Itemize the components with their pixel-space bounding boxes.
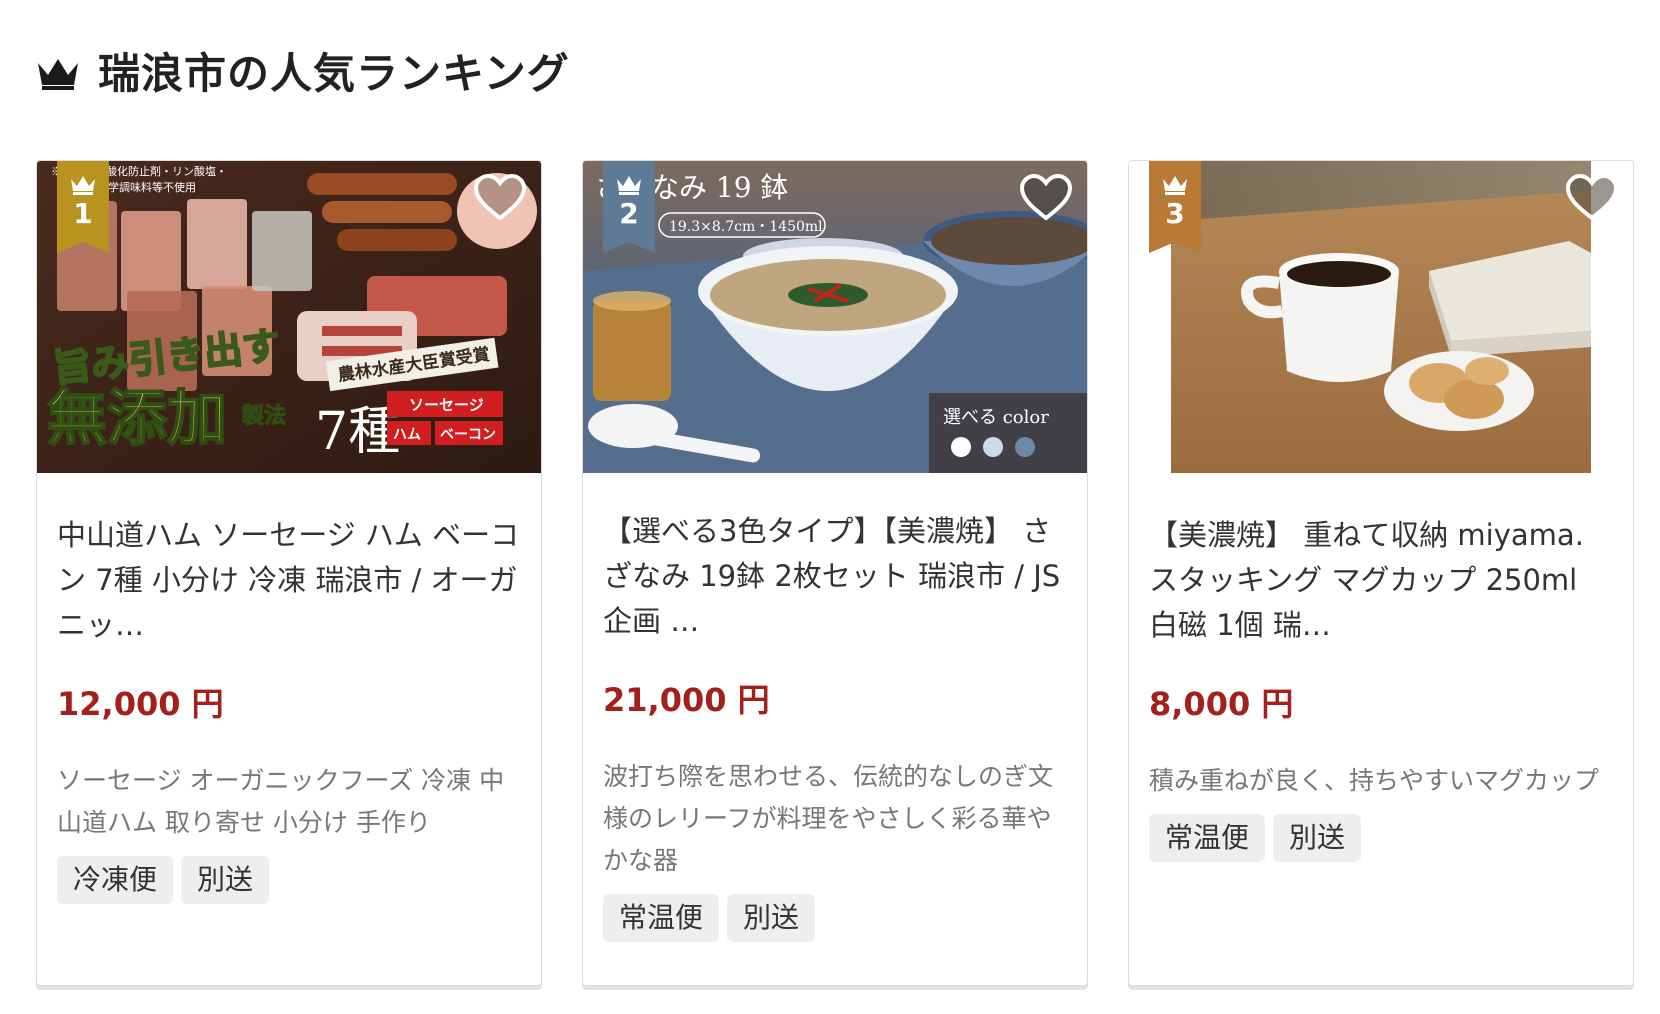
image-note-line-2: 化学調味料等不使用 xyxy=(97,180,196,194)
color-swatch-blue xyxy=(1015,437,1035,457)
product-price: 12,000 円 xyxy=(57,685,224,723)
product-price: 8,000 円 xyxy=(1149,685,1294,723)
product-description: 積み重ねが良く、持ちやすいマグカップ xyxy=(1149,766,1600,795)
shipping-tag: 別送 xyxy=(181,856,270,904)
image-label-3: ベーコン xyxy=(440,427,496,443)
card-body: 【選べる3色タイプ】【美濃焼】 さざなみ 19鉢 2枚セット 瑞浪市 / JS企… xyxy=(583,473,1087,942)
rank-number: 2 xyxy=(619,197,639,230)
color-swatch-white xyxy=(951,437,971,457)
image-headline-2: 無添加 xyxy=(47,384,227,454)
favorite-button[interactable] xyxy=(473,173,527,223)
ranking-heading: 瑞浪市の人気ランキング xyxy=(36,44,570,104)
shipping-tag: 別送 xyxy=(727,894,816,942)
crown-icon xyxy=(71,176,95,195)
product-description: ソーセージ オーガニックフーズ 冷凍 中山道ハム 取り寄せ 小分け 手作り xyxy=(57,766,505,837)
image-label-2: ハム xyxy=(393,427,421,443)
color-swatch-light-blue xyxy=(983,437,1003,457)
rank-number: 1 xyxy=(73,197,93,230)
crown-icon xyxy=(1163,176,1187,195)
product-image-3[interactable]: 3 xyxy=(1129,161,1633,473)
rank-number: 3 xyxy=(1165,197,1185,230)
product-price: 21,000 円 xyxy=(603,681,770,719)
ranking-card-1[interactable]: ※保存料・酸化防止剤・リン酸塩・ 化学調味料等不使用 旨み引き出す 無添加 製法… xyxy=(36,160,542,986)
heart-icon xyxy=(1565,173,1619,221)
favorite-button[interactable] xyxy=(1565,173,1619,223)
image-headline-3: 製法 xyxy=(241,403,286,429)
image-label-1: ソーセージ xyxy=(409,396,484,414)
product-title[interactable]: 【選べる3色タイプ】【美濃焼】 さざなみ 19鉢 2枚セット 瑞浪市 / JS企… xyxy=(603,509,1067,644)
heart-icon xyxy=(1019,173,1073,221)
rank-badge-3: 3 xyxy=(1149,161,1201,253)
ranking-page: 瑞浪市の人気ランキング ※保存料・酸化防止剤・リン酸塩・ 化学調味料等不使用 旨… xyxy=(0,0,1660,1014)
shipping-tag: 常温便 xyxy=(603,894,720,942)
product-description: 波打ち際を思わせる、伝統的なしのぎ文様のレリーフが料理をやさしく彩る華やかな器 xyxy=(603,762,1054,875)
crown-icon xyxy=(617,176,641,195)
section-title: 瑞浪市の人気ランキング xyxy=(98,49,570,98)
tag-list: 冷凍便 別送 xyxy=(57,856,521,904)
crown-icon xyxy=(38,59,78,90)
ranking-card-2[interactable]: さざなみ 19 鉢 19.3×8.7cm・1450ml 選べる color 2 … xyxy=(582,160,1088,986)
ranking-card-3[interactable]: 3 【美濃焼】 重ねて収納 miyama. スタッキング マグカップ 250ml… xyxy=(1128,160,1634,986)
card-body: 中山道ハム ソーセージ ハム ベーコン 7種 小分け 冷凍 瑞浪市 / オーガニ… xyxy=(37,473,541,904)
product-image-2[interactable]: さざなみ 19 鉢 19.3×8.7cm・1450ml 選べる color 2 xyxy=(583,161,1087,473)
rank-badge-1: 1 xyxy=(57,161,109,253)
image-color-label: 選べる color xyxy=(943,407,1049,428)
product-title[interactable]: 【美濃焼】 重ねて収納 miyama. スタッキング マグカップ 250ml 白… xyxy=(1149,513,1613,648)
rank-badge-2: 2 xyxy=(603,161,655,253)
shipping-tag: 冷凍便 xyxy=(57,856,174,904)
heart-icon xyxy=(473,173,527,221)
tag-list: 常温便 別送 xyxy=(603,894,1067,942)
tag-list: 常温便 別送 xyxy=(1149,814,1613,862)
image-size: 19.3×8.7cm・1450ml xyxy=(669,219,823,235)
shipping-tag: 常温便 xyxy=(1149,814,1266,862)
shipping-tag: 別送 xyxy=(1273,814,1362,862)
product-image-1[interactable]: ※保存料・酸化防止剤・リン酸塩・ 化学調味料等不使用 旨み引き出す 無添加 製法… xyxy=(37,161,541,473)
favorite-button[interactable] xyxy=(1019,173,1073,223)
product-title[interactable]: 中山道ハム ソーセージ ハム ベーコン 7種 小分け 冷凍 瑞浪市 / オーガニ… xyxy=(57,513,521,648)
card-body: 【美濃焼】 重ねて収納 miyama. スタッキング マグカップ 250ml 白… xyxy=(1129,473,1633,862)
